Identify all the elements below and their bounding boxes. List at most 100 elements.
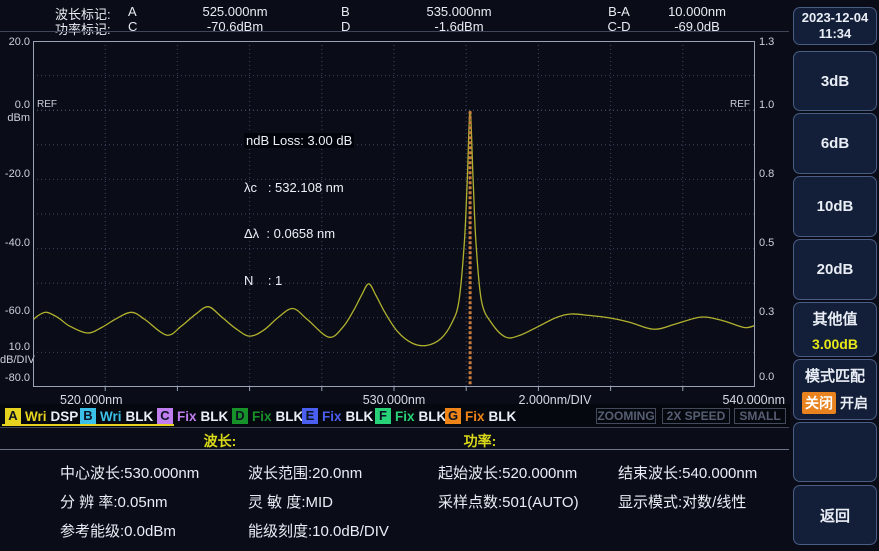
parameter-value: 起始波长:520.000nm	[438, 462, 579, 491]
trace-letter-badge: F	[375, 408, 391, 424]
ndb-loss-value: ndB Loss: 3.00 dB	[244, 133, 354, 148]
other-value-button[interactable]: 其他值 3.00dB	[793, 302, 877, 357]
time-text: 11:34	[819, 26, 852, 42]
trace-letter-badge: G	[445, 408, 461, 424]
yaxis-scale: 10.0	[0, 341, 30, 353]
trace-button-B[interactable]: B Wri BLK	[80, 407, 153, 425]
marker-ba-value: 10.000nm	[647, 4, 747, 19]
footer-column-1: 中心波长:530.000nm分 辨 率:0.05nm参考能级:0.0dBm	[60, 462, 199, 549]
footer-divider	[0, 449, 789, 450]
wavelength-marker-row: 波长标记: A 525.000nm B 535.000nm B-A 10.000…	[0, 4, 790, 19]
power-marker-label: 功率标记:	[55, 19, 111, 38]
trace-button-G[interactable]: GFixBLK	[445, 407, 516, 425]
20db-button[interactable]: 20dB	[793, 239, 877, 300]
trace-target-label: DSP	[51, 409, 79, 424]
marker-b-label: B	[341, 4, 350, 19]
status-zooming: ZOOMING	[596, 408, 656, 424]
yaxis-unit: dBm	[0, 112, 30, 124]
yaxis-tick-m80: -80.0	[0, 372, 30, 384]
trace-mode-label: Fix	[177, 409, 197, 424]
trace-button-D[interactable]: D Fix BLK	[232, 407, 303, 425]
trace-letter-badge: B	[80, 408, 96, 424]
trace-target-label: BLK	[419, 409, 447, 424]
peak-annotation: ndB Loss: 3.00 dB λc : 532.108 nm Δλ : 0…	[244, 102, 354, 319]
trace-target-label: BLK	[276, 409, 304, 424]
trace-target-label: BLK	[201, 409, 229, 424]
mode-match-on-option[interactable]: 开启	[840, 393, 868, 413]
other-value-amount: 3.00dB	[812, 336, 858, 352]
osa-screen: 波长标记: A 525.000nm B 535.000nm B-A 10.000…	[0, 0, 879, 551]
mode-match-off-option[interactable]: 关闭	[802, 392, 836, 414]
active-trace-underline	[2, 424, 174, 426]
parameter-value: 分 辨 率:0.05nm	[60, 491, 199, 520]
status-small: SMALL	[734, 408, 786, 424]
yaxis2-tick-6: 0.0	[759, 371, 774, 383]
marker-a-value: 525.000nm	[185, 4, 285, 19]
power-section-title: 功率:	[440, 431, 520, 451]
other-value-label: 其他值	[812, 308, 857, 329]
footer-column-3: 起始波长:520.000nm采样点数:501(AUTO)	[438, 462, 579, 520]
10db-button[interactable]: 10dB	[793, 176, 877, 237]
6db-button[interactable]: 6dB	[793, 113, 877, 174]
marker-a-label: A	[128, 4, 137, 19]
trace-row-divider	[0, 427, 789, 428]
yaxis2-tick-3: 0.8	[759, 168, 774, 180]
trace-mode-label: Fix	[395, 409, 415, 424]
parameter-value: 波长范围:20.0nm	[248, 462, 389, 491]
mode-match-label: 模式匹配	[805, 365, 865, 386]
delta-lambda-value: Δλ : 0.0658 nm	[244, 226, 354, 242]
yaxis2-tick-5: 0.3	[759, 306, 774, 318]
yaxis2-tick-1: 1.3	[759, 36, 774, 48]
trace-button-E[interactable]: E Fix BLK	[302, 407, 373, 425]
parameter-value: 能级刻度:10.0dB/DIV	[248, 520, 389, 549]
yaxis-tick-m40: -40.0	[0, 237, 30, 249]
date-text: 2023-12-04	[802, 10, 869, 26]
empty-softkey[interactable]	[793, 422, 877, 482]
3db-button[interactable]: 3dB	[793, 51, 877, 111]
trace-mode-label: Wri	[100, 409, 122, 424]
mode-match-button[interactable]: 模式匹配 关闭 开启	[793, 359, 877, 420]
trace-mode-label: Fix	[322, 409, 342, 424]
parameter-value: 中心波长:530.000nm	[60, 462, 199, 491]
footer-column-4: 结束波长:540.000nm显示模式:对数/线性	[618, 462, 757, 520]
yaxis-scale-unit: dB/DIV	[0, 354, 30, 366]
trace-target-label: BLK	[346, 409, 374, 424]
yaxis2-tick-2: 1.0	[759, 99, 774, 111]
spectrum-svg	[33, 41, 755, 393]
parameter-value: 参考能级:0.0dBm	[60, 520, 199, 549]
marker-ba-label: B-A	[589, 4, 649, 19]
yaxis-tick-20: 20.0	[0, 36, 30, 48]
parameter-value: 采样点数:501(AUTO)	[438, 491, 579, 520]
yaxis-tick-m60: -60.0	[0, 305, 30, 317]
spectrum-plot-area: REF REF ndB Loss: 3.00 dB λc : 532.108 n…	[33, 41, 755, 393]
trace-letter-badge: A	[5, 408, 21, 424]
ref-label-left: REF	[37, 99, 57, 110]
footer-column-2: 波长范围:20.0nm灵 敏 度:MID能级刻度:10.0dB/DIV	[248, 462, 389, 549]
yaxis-tick-m20: -20.0	[0, 168, 30, 180]
trace-button-A[interactable]: A Wri DSP	[5, 407, 78, 425]
parameter-value: 结束波长:540.000nm	[618, 462, 757, 491]
back-button[interactable]: 返回	[793, 485, 877, 545]
marker-b-value: 535.000nm	[409, 4, 509, 19]
trace-letter-badge: D	[232, 408, 248, 424]
topbar-divider	[0, 31, 789, 32]
ref-label-right: REF	[730, 99, 750, 110]
parameter-value: 显示模式:对数/线性	[618, 491, 757, 520]
trace-letter-badge: E	[302, 408, 318, 424]
trace-letter-badge: C	[157, 408, 173, 424]
trace-mode-label: Fix	[252, 409, 272, 424]
yaxis-tick-0: 0.0	[0, 99, 30, 111]
wavelength-section-title: 波长:	[180, 431, 260, 451]
yaxis2-tick-4: 0.5	[759, 237, 774, 249]
lambda-c-value: λc : 532.108 nm	[244, 180, 354, 196]
spectrum-plot	[33, 41, 755, 398]
n-value: N : 1	[244, 273, 354, 289]
trace-button-F[interactable]: F Fix BLK	[375, 407, 446, 425]
trace-target-label: BLK	[126, 409, 154, 424]
parameter-value: 灵 敏 度:MID	[248, 491, 389, 520]
datetime-button[interactable]: 2023-12-04 11:34	[793, 7, 877, 45]
trace-button-C[interactable]: C Fix BLK	[157, 407, 228, 425]
status-2x-speed: 2X SPEED	[662, 408, 730, 424]
trace-mode-label: Wri	[25, 409, 47, 424]
trace-target-label: BLK	[489, 409, 517, 424]
